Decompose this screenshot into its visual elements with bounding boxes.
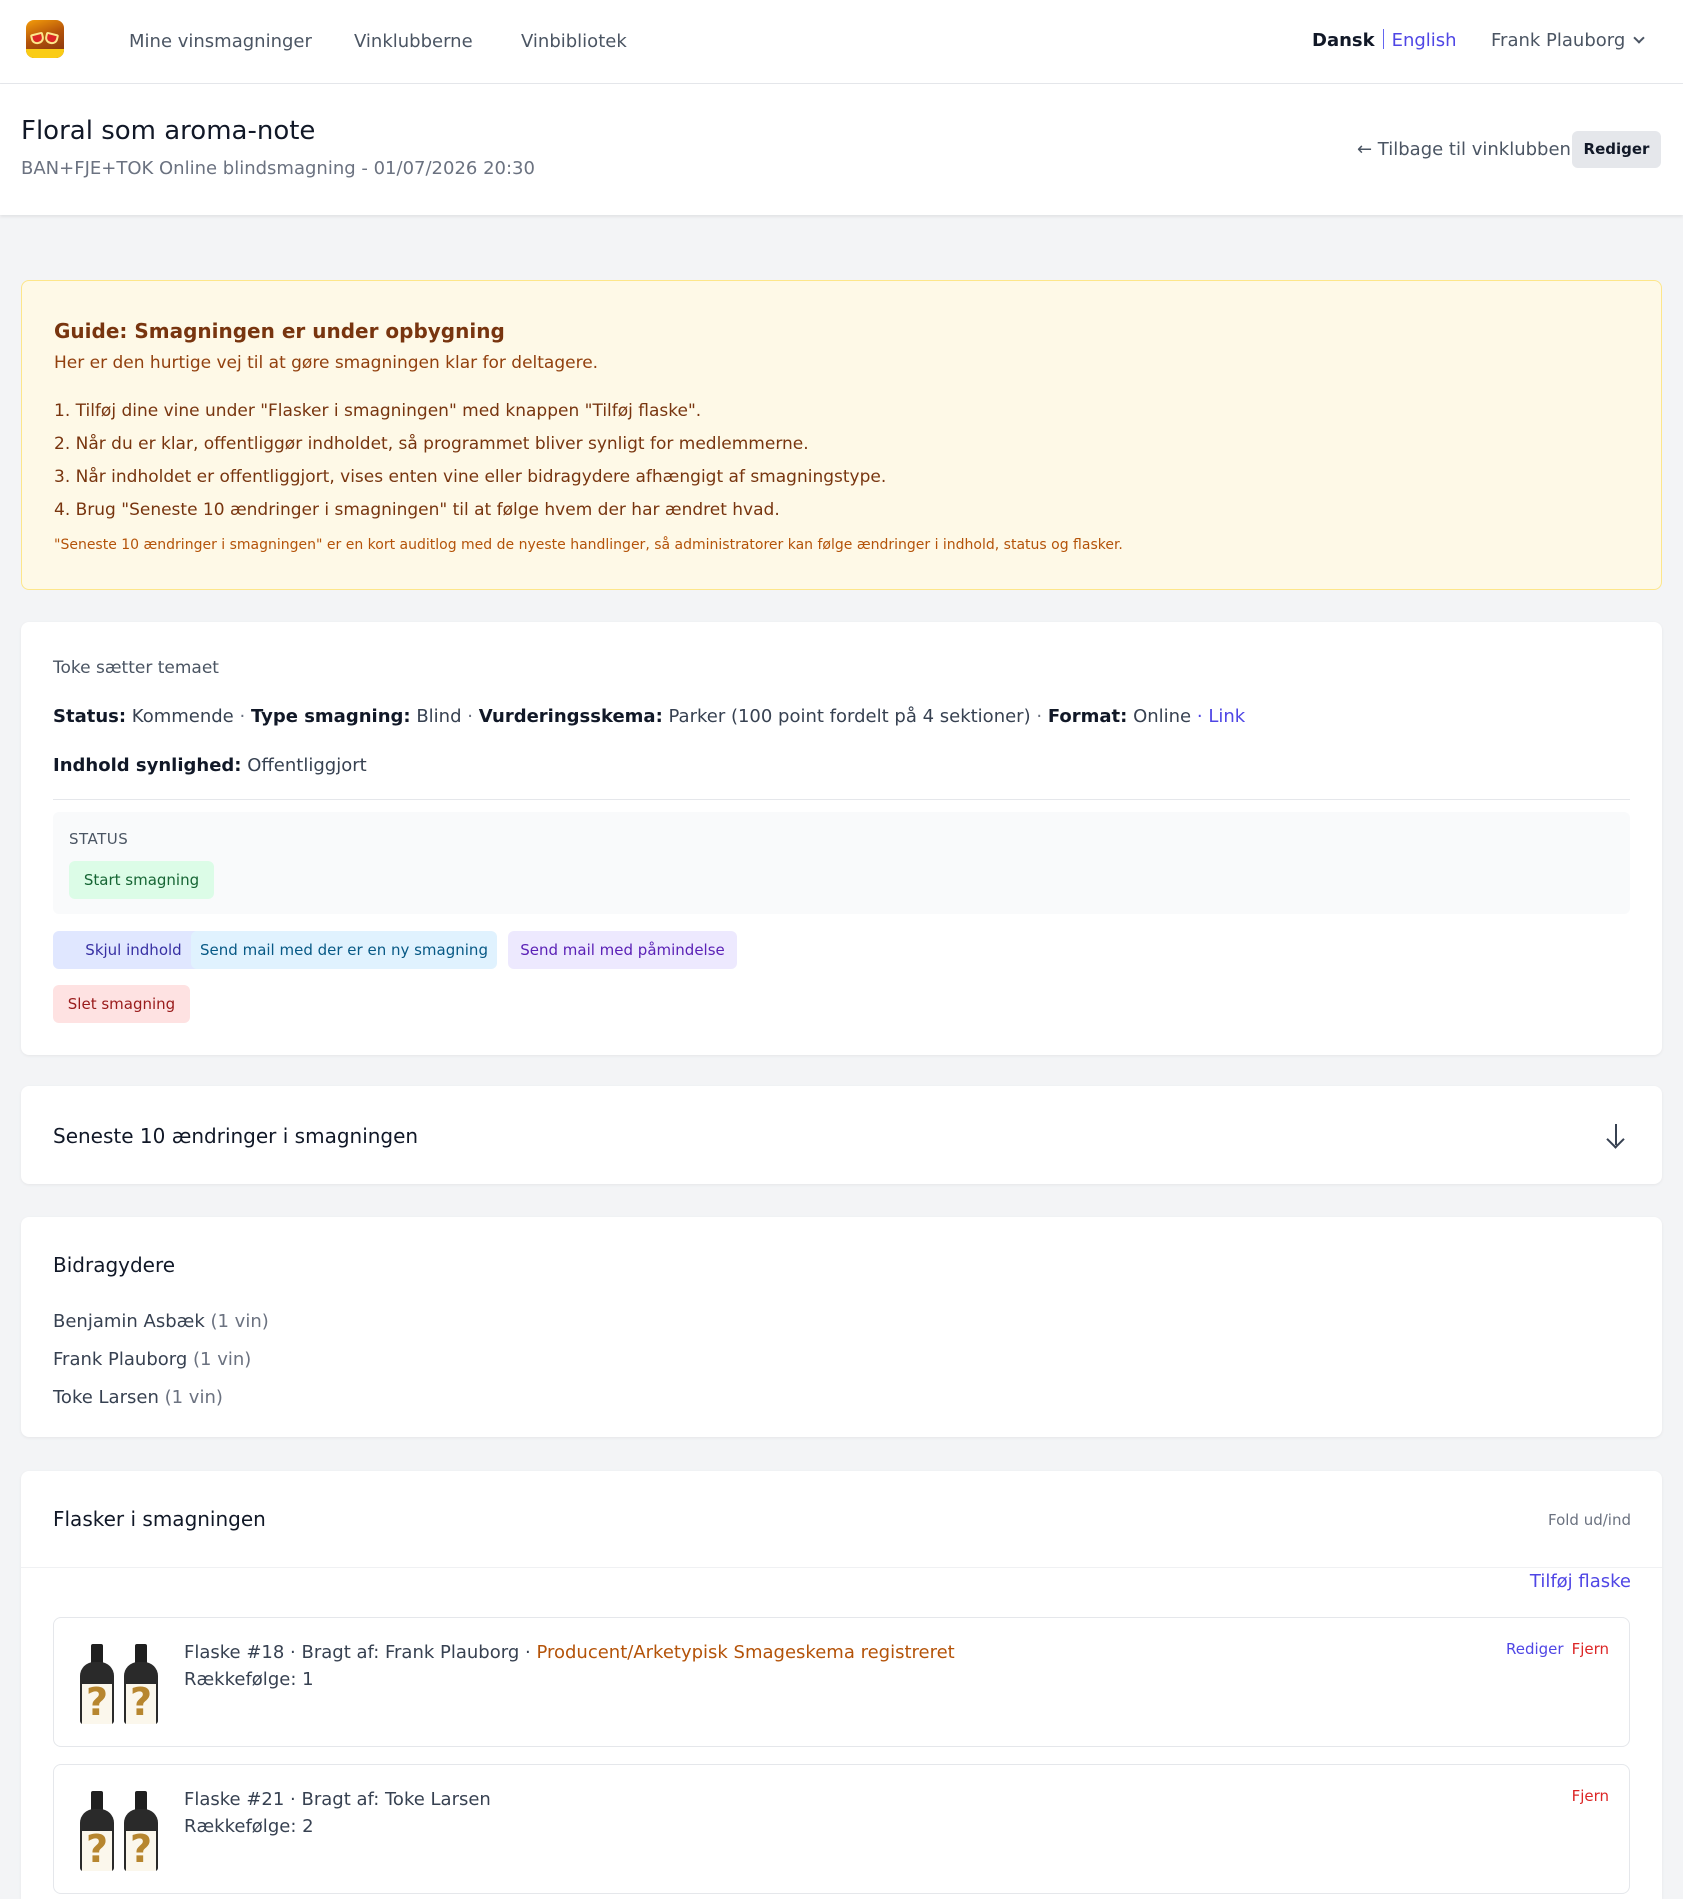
type-value: Blind [416,706,462,727]
format-value: Online [1133,706,1192,727]
bottle-order: Rækkefølge: 1 [184,1669,314,1690]
recent-changes-title: Seneste 10 ændringer i smagningen [53,1124,419,1148]
guide-step: 1. Tilføj dine vine under "Flasker i sma… [54,401,702,421]
tasting-theme: Toke sætter temaet [53,658,219,678]
bottle-image: ? ? [76,1638,162,1724]
divider [53,799,1630,800]
language-switcher: Dansk English [1312,29,1457,53]
bottle-info: Flaske #18 · Bragt af: Frank Plauborg · … [184,1642,955,1663]
guide-intro: Her er den hurtige vej til at gøre smagn… [54,353,599,373]
app-logo[interactable] [26,20,64,58]
guide-banner: Guide: Smagningen er under opbygning Her… [21,280,1662,590]
separator: · [467,706,473,727]
contributors-title: Bidragydere [53,1253,176,1277]
status-section: STATUS Start smagning [53,812,1630,914]
scheme-value: Parker (100 point fordelt på 4 sektioner… [668,706,1031,727]
guide-step: 4. Brug "Seneste 10 ændringer i smagning… [54,500,780,520]
top-navigation: Mine vinsmagninger Vinklubberne Vinbibli… [0,0,1683,84]
bottle-item: ? ? Flaske #18 · Bragt af: Frank Plaubor… [53,1617,1630,1747]
page-title: Floral som aroma-note [21,116,316,146]
delete-tasting-button[interactable]: Slet smagning [53,985,190,1023]
contributor-count: (1 vin) [193,1349,252,1370]
language-danish[interactable]: Dansk [1312,30,1375,51]
separator: · [1036,706,1043,727]
status-section-label: STATUS [69,830,129,848]
contributor-count: (1 vin) [210,1311,269,1332]
bottle-image: ? ? [76,1785,162,1871]
bottle-title: Flaske #18 · Bragt af: Frank Plauborg · [184,1642,531,1663]
nav-link-wine-library[interactable]: Vinbibliotek [521,30,627,54]
bottle-actions: Fjern [1572,1787,1609,1805]
nav-link-my-tastings[interactable]: Mine vinsmagninger [129,30,312,54]
list-item: Frank Plauborg (1 vin) [53,1341,269,1379]
visibility-key: Indhold synlighed: [53,755,242,776]
guide-title: Guide: Smagningen er under opbygning [54,319,505,343]
visibility-meta: Indhold synlighed: Offentliggjort [53,755,367,776]
send-reminder-mail-button[interactable]: Send mail med påmindelse [508,931,737,969]
bottles-card: Flasker i smagningen Fold ud/ind Tilføj … [21,1471,1662,1899]
remove-bottle-link[interactable]: Fjern [1572,1787,1609,1805]
contributor-count: (1 vin) [164,1387,223,1408]
chevron-down-icon [1633,32,1645,44]
bottles-title: Flasker i smagningen [53,1507,266,1531]
recent-changes-card[interactable]: Seneste 10 ændringer i smagningen [21,1086,1662,1184]
send-new-tasting-mail-button[interactable]: Send mail med der er en ny smagning [191,931,497,969]
guide-note: "Seneste 10 ændringer i smagningen" er e… [54,537,1123,553]
hide-content-button[interactable]: Skjul indhold [53,931,214,969]
edit-bottle-link[interactable]: Rediger [1506,1640,1564,1658]
separator: · [239,706,246,727]
nav-link-wine-clubs[interactable]: Vinklubberne [354,30,473,54]
scheme-key: Vurderingsskema: [478,706,663,727]
add-bottle-link[interactable]: Tilføj flaske [1507,1571,1631,1592]
back-to-club-link[interactable]: ← Tilbage til vinklubben [1357,139,1571,160]
fold-toggle-button[interactable]: Fold ud/ind [1547,1511,1631,1529]
start-tasting-button[interactable]: Start smagning [69,861,214,899]
online-link[interactable]: Link [1208,706,1245,727]
contributors-list: Benjamin Asbæk (1 vin) Frank Plauborg (1… [53,1303,269,1417]
tasting-details-card: Toke sætter temaet Status: Kommende · Ty… [21,622,1662,1055]
bottle-item: ? ? Flaske #21 · Bragt af: Toke Larsen R… [53,1764,1630,1894]
bottle-title: Flaske #21 · Bragt af: Toke Larsen [184,1789,491,1810]
visibility-value: Offentliggjort [247,755,367,776]
arrow-down-icon[interactable] [1604,1122,1628,1149]
registered-badge: Producent/Arketypisk Smageskema registre… [536,1642,955,1663]
page-subtitle: BAN+FJE+TOK Online blindsmagning - 01/07… [21,158,535,179]
contributor-name: Benjamin Asbæk [53,1311,205,1332]
guide-step: 2. Når du er klar, offentliggør indholde… [54,434,809,454]
divider [21,1567,1662,1568]
contributor-name: Frank Plauborg [53,1349,188,1370]
user-menu[interactable]: Frank Plauborg [1491,29,1645,53]
page-header: Floral som aroma-note BAN+FJE+TOK Online… [0,84,1683,215]
guide-steps: 1. Tilføj dine vine under "Flasker i sma… [54,395,886,527]
contributors-card: Bidragydere Benjamin Asbæk (1 vin) Frank… [21,1217,1662,1437]
type-key: Type smagning: [250,706,411,727]
bottle-info: Flaske #21 · Bragt af: Toke Larsen [184,1789,491,1810]
format-key: Format: [1047,706,1128,727]
tasting-meta: Status: Kommende · Type smagning: Blind … [53,706,1245,727]
edit-button[interactable]: Rediger [1572,131,1661,168]
remove-bottle-link[interactable]: Fjern [1572,1640,1609,1658]
status-key: Status: [53,706,127,727]
user-name: Frank Plauborg [1491,30,1626,51]
list-item: Benjamin Asbæk (1 vin) [53,1303,269,1341]
bottle-order: Rækkefølge: 2 [184,1816,314,1837]
list-item: Toke Larsen (1 vin) [53,1379,269,1417]
status-value: Kommende [131,706,234,727]
guide-step: 3. Når indholdet er offentliggjort, vise… [54,467,887,487]
contributor-name: Toke Larsen [53,1387,159,1408]
separator: · [1196,706,1203,727]
language-english[interactable]: English [1392,30,1457,51]
language-divider [1382,29,1384,49]
bottle-actions: Rediger Fjern [1506,1640,1609,1658]
